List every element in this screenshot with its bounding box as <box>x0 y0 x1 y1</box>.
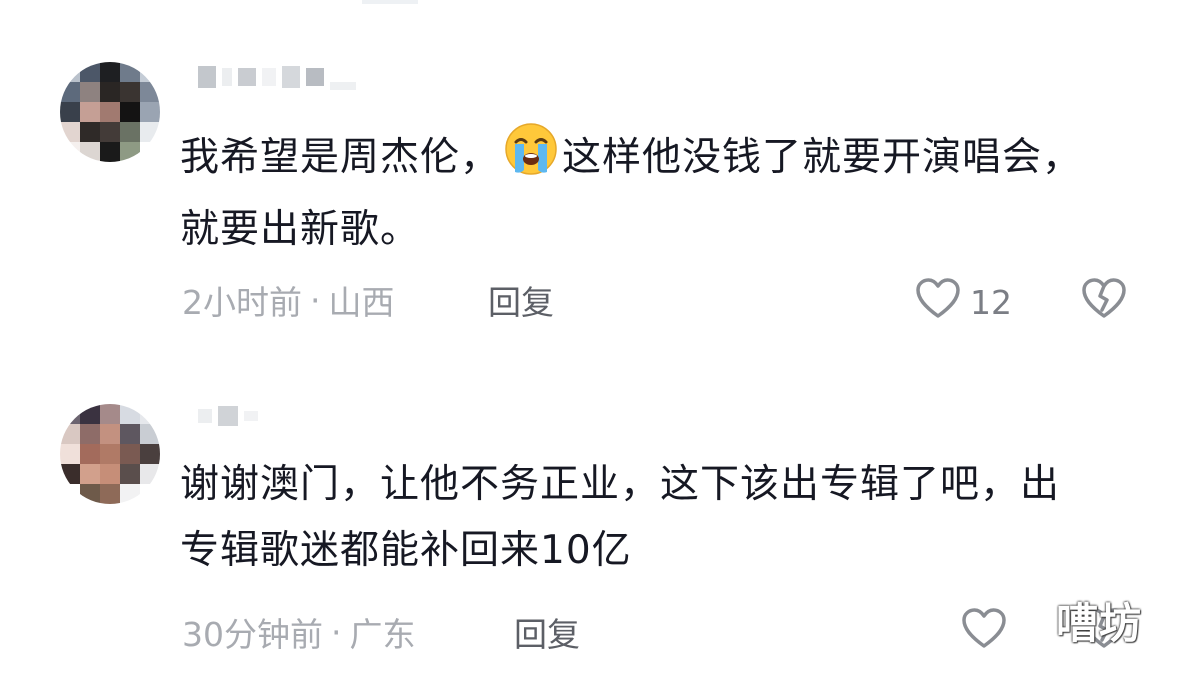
comment-time: 2小时前 <box>182 283 302 322</box>
dislike-button[interactable] <box>1080 276 1128 324</box>
meta-separator: · <box>331 612 342 652</box>
comment-text: 我希望是周杰伦， 这样他没钱了就要开演唱会，就要出新歌。 <box>180 122 1120 263</box>
reply-button[interactable]: 回复 <box>488 276 554 324</box>
comment-list: 我希望是周杰伦， 这样他没钱了就要开演唱会，就要出新歌。 2小时前 · 山西 回… <box>0 0 1179 673</box>
like-count: 12 <box>970 282 1012 322</box>
comment-meta: 2小时前 · 山西 <box>182 276 395 324</box>
like-button[interactable]: 12 <box>914 276 1012 328</box>
avatar[interactable] <box>60 62 160 162</box>
username[interactable] <box>198 64 356 90</box>
reply-button[interactable]: 回复 <box>514 608 580 656</box>
watermark: 嘈坊 <box>1056 599 1143 648</box>
comment-location: 广东 <box>349 615 416 654</box>
like-button[interactable] <box>960 606 1008 658</box>
username[interactable] <box>198 406 258 426</box>
comment-text: 谢谢澳门，让他不务正业，这下该出专辑了吧，出专辑歌迷都能补回来10亿 <box>180 462 1061 573</box>
comment-meta: 30分钟前 · 广东 <box>182 608 416 656</box>
meta-separator: · <box>310 280 321 320</box>
comment-item: 谢谢澳门，让他不务正业，这下该出专辑了吧，出专辑歌迷都能补回来10亿 30分钟前… <box>0 340 1179 673</box>
heart-outline-icon <box>960 606 1008 658</box>
comment-location: 山西 <box>328 283 395 322</box>
heart-outline-icon <box>914 276 962 328</box>
broken-heart-icon <box>1080 278 1128 324</box>
comment-text-part: 我希望是周杰伦， <box>180 135 501 180</box>
avatar[interactable] <box>60 404 160 504</box>
comment-item: 我希望是周杰伦， 这样他没钱了就要开演唱会，就要出新歌。 2小时前 · 山西 回… <box>0 0 1179 340</box>
comment-time: 30分钟前 <box>182 615 323 654</box>
loudly-crying-face-icon <box>504 122 558 197</box>
